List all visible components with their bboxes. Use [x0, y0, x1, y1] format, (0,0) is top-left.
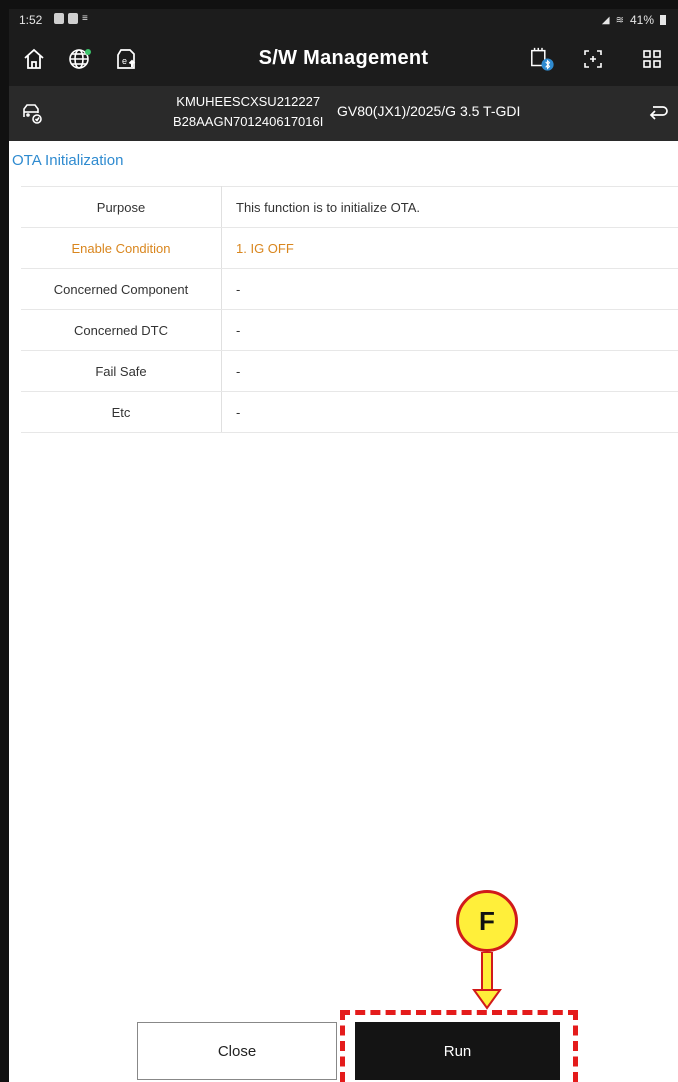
vehicle-status-icon[interactable] — [19, 100, 45, 126]
row-value: This function is to initialize OTA. — [221, 186, 678, 228]
table-row: Purpose This function is to initialize O… — [21, 186, 678, 228]
row-label: Concerned Component — [21, 268, 222, 310]
table-row: Etc - — [21, 391, 678, 433]
row-label: Enable Condition — [21, 227, 222, 269]
frame-left — [0, 0, 9, 1082]
row-value: - — [221, 309, 678, 351]
status-time: 1:52 — [19, 13, 43, 27]
vci-bluetooth-icon[interactable] — [529, 46, 555, 72]
vehicle-model: GV80(JX1)/2025/G 3.5 T-GDI — [337, 103, 521, 119]
screen-capture-icon[interactable] — [580, 46, 606, 72]
row-label: Concerned DTC — [21, 309, 222, 351]
table-row: Fail Safe - — [21, 350, 678, 392]
page-title: S/W Management — [258, 47, 429, 69]
table-row: Concerned DTC - — [21, 309, 678, 351]
table-row: Concerned Component - — [21, 268, 678, 310]
battery-level: 41% — [629, 13, 654, 27]
close-button[interactable]: Close — [137, 1022, 337, 1080]
return-icon[interactable] — [645, 100, 671, 126]
annotation-marker: F — [456, 890, 518, 952]
status-right: ◢ ≋ 41% — [602, 13, 666, 27]
row-label: Fail Safe — [21, 350, 222, 392]
status-notification-icons: ≡ — [54, 13, 88, 24]
section-title: OTA Initialization — [12, 152, 124, 169]
row-value: - — [221, 350, 678, 392]
table-row: Enable Condition 1. IG OFF — [21, 227, 678, 269]
vin-block: KMUHEESCXSU212227 B28AAGN701240617016I — [173, 92, 323, 132]
row-value: - — [221, 391, 678, 433]
vin-line-1: KMUHEESCXSU212227 — [176, 94, 321, 109]
top-nav: e S/W Management — [9, 32, 678, 86]
more-notifications-icon: ≡ — [82, 13, 88, 24]
row-label: Purpose — [21, 186, 222, 228]
grid-menu-icon[interactable] — [639, 46, 665, 72]
run-highlight-outline — [340, 1010, 578, 1082]
battery-icon — [660, 15, 666, 25]
row-label: Etc — [21, 391, 222, 433]
gallery-icon — [54, 13, 64, 24]
vin-line-2: B28AAGN701240617016I — [173, 114, 324, 129]
annotation-arrow-icon — [472, 952, 502, 1010]
status-bar: 1:52 ≡ ◢ ≋ 41% — [9, 9, 678, 32]
frame-top — [0, 0, 678, 9]
info-table: Purpose This function is to initialize O… — [21, 186, 678, 433]
vehicle-info-bar: KMUHEESCXSU212227 B28AAGN701240617016I G… — [9, 86, 678, 141]
row-value: 1. IG OFF — [221, 227, 678, 269]
wifi-icon: ≋ — [615, 14, 624, 26]
signal-icon: ◢ — [601, 14, 610, 26]
calendar-icon — [68, 13, 78, 24]
row-value: - — [221, 268, 678, 310]
